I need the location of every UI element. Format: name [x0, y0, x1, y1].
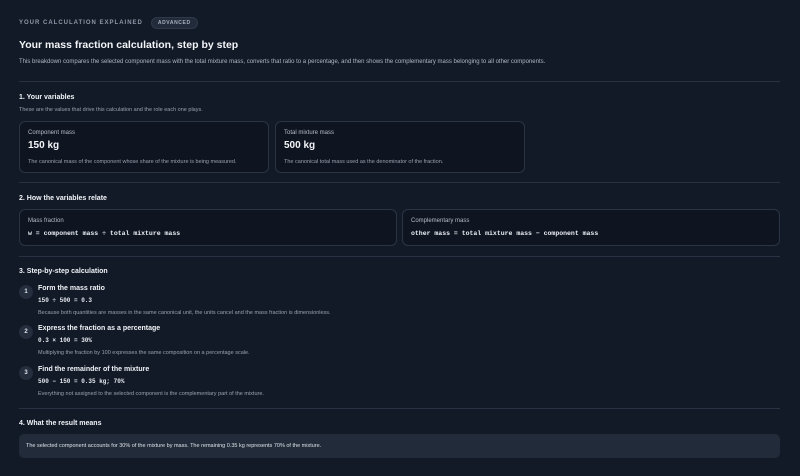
page-title: Your mass fraction calculation, step by …	[19, 39, 239, 51]
step-number: 1	[19, 285, 33, 299]
step-item: 3 Find the remainder of the mixture 500 …	[19, 366, 779, 402]
divider	[19, 256, 780, 257]
relation-formula: w = component mass ÷ total mixture mass	[28, 230, 181, 237]
section-relations-title: 2. How the variables relate	[19, 195, 107, 202]
section-meaning-title: 4. What the result means	[19, 420, 102, 427]
header-eyebrow-row: YOUR CALCULATION EXPLAINED ADVANCED	[19, 17, 781, 29]
relation-formula: other mass = total mixture mass − compon…	[411, 230, 599, 237]
section-variables-subtitle: These are the values that drive this cal…	[19, 107, 203, 113]
variable-label: Total mixture mass	[284, 130, 335, 136]
relation-card-mass-fraction: Mass fraction w = component mass ÷ total…	[19, 209, 397, 246]
step-item: 2 Express the fraction as a percentage 0…	[19, 325, 779, 361]
eyebrow-label: YOUR CALCULATION EXPLAINED	[19, 20, 143, 26]
step-description: Everything not assigned to the selected …	[38, 391, 264, 397]
step-math: 500 − 150 = 0.35 kg; 70%	[38, 378, 125, 385]
relation-card-complementary-mass: Complementary mass other mass = total mi…	[402, 209, 780, 246]
relation-label: Mass fraction	[28, 218, 64, 224]
variable-description: The canonical mass of the component whos…	[28, 159, 237, 165]
variable-description: The canonical total mass used as the den…	[284, 159, 444, 165]
step-number: 2	[19, 325, 33, 339]
intro-text: This breakdown compares the selected com…	[19, 59, 546, 65]
variable-label: Component mass	[28, 130, 76, 136]
variable-value: 150 kg	[28, 140, 60, 151]
section-variables-title: 1. Your variables	[19, 94, 75, 101]
variable-card-component-mass: Component mass 150 kg The canonical mass…	[19, 121, 269, 173]
step-math: 150 ÷ 500 = 0.3	[38, 297, 93, 304]
step-description: Multiplying the fraction by 100 expresse…	[38, 350, 250, 356]
step-math: 0.3 × 100 = 30%	[38, 337, 93, 344]
level-badge: ADVANCED	[150, 17, 198, 29]
step-number: 3	[19, 366, 33, 380]
step-item: 1 Form the mass ratio 150 ÷ 500 = 0.3 Be…	[19, 285, 779, 321]
variable-value: 500 kg	[284, 140, 316, 151]
calculation-explainer: YOUR CALCULATION EXPLAINED ADVANCED Your…	[0, 0, 800, 476]
step-title: Express the fraction as a percentage	[38, 325, 161, 332]
step-title: Form the mass ratio	[38, 285, 105, 292]
divider	[19, 408, 780, 409]
divider	[19, 81, 780, 82]
section-steps-title: 3. Step-by-step calculation	[19, 268, 108, 275]
variable-card-total-mass: Total mixture mass 500 kg The canonical …	[275, 121, 525, 173]
step-title: Find the remainder of the mixture	[38, 366, 150, 373]
result-summary: The selected component accounts for 30% …	[19, 434, 780, 458]
relation-label: Complementary mass	[411, 218, 470, 224]
divider	[19, 182, 780, 183]
step-description: Because both quantities are masses in th…	[38, 310, 331, 316]
